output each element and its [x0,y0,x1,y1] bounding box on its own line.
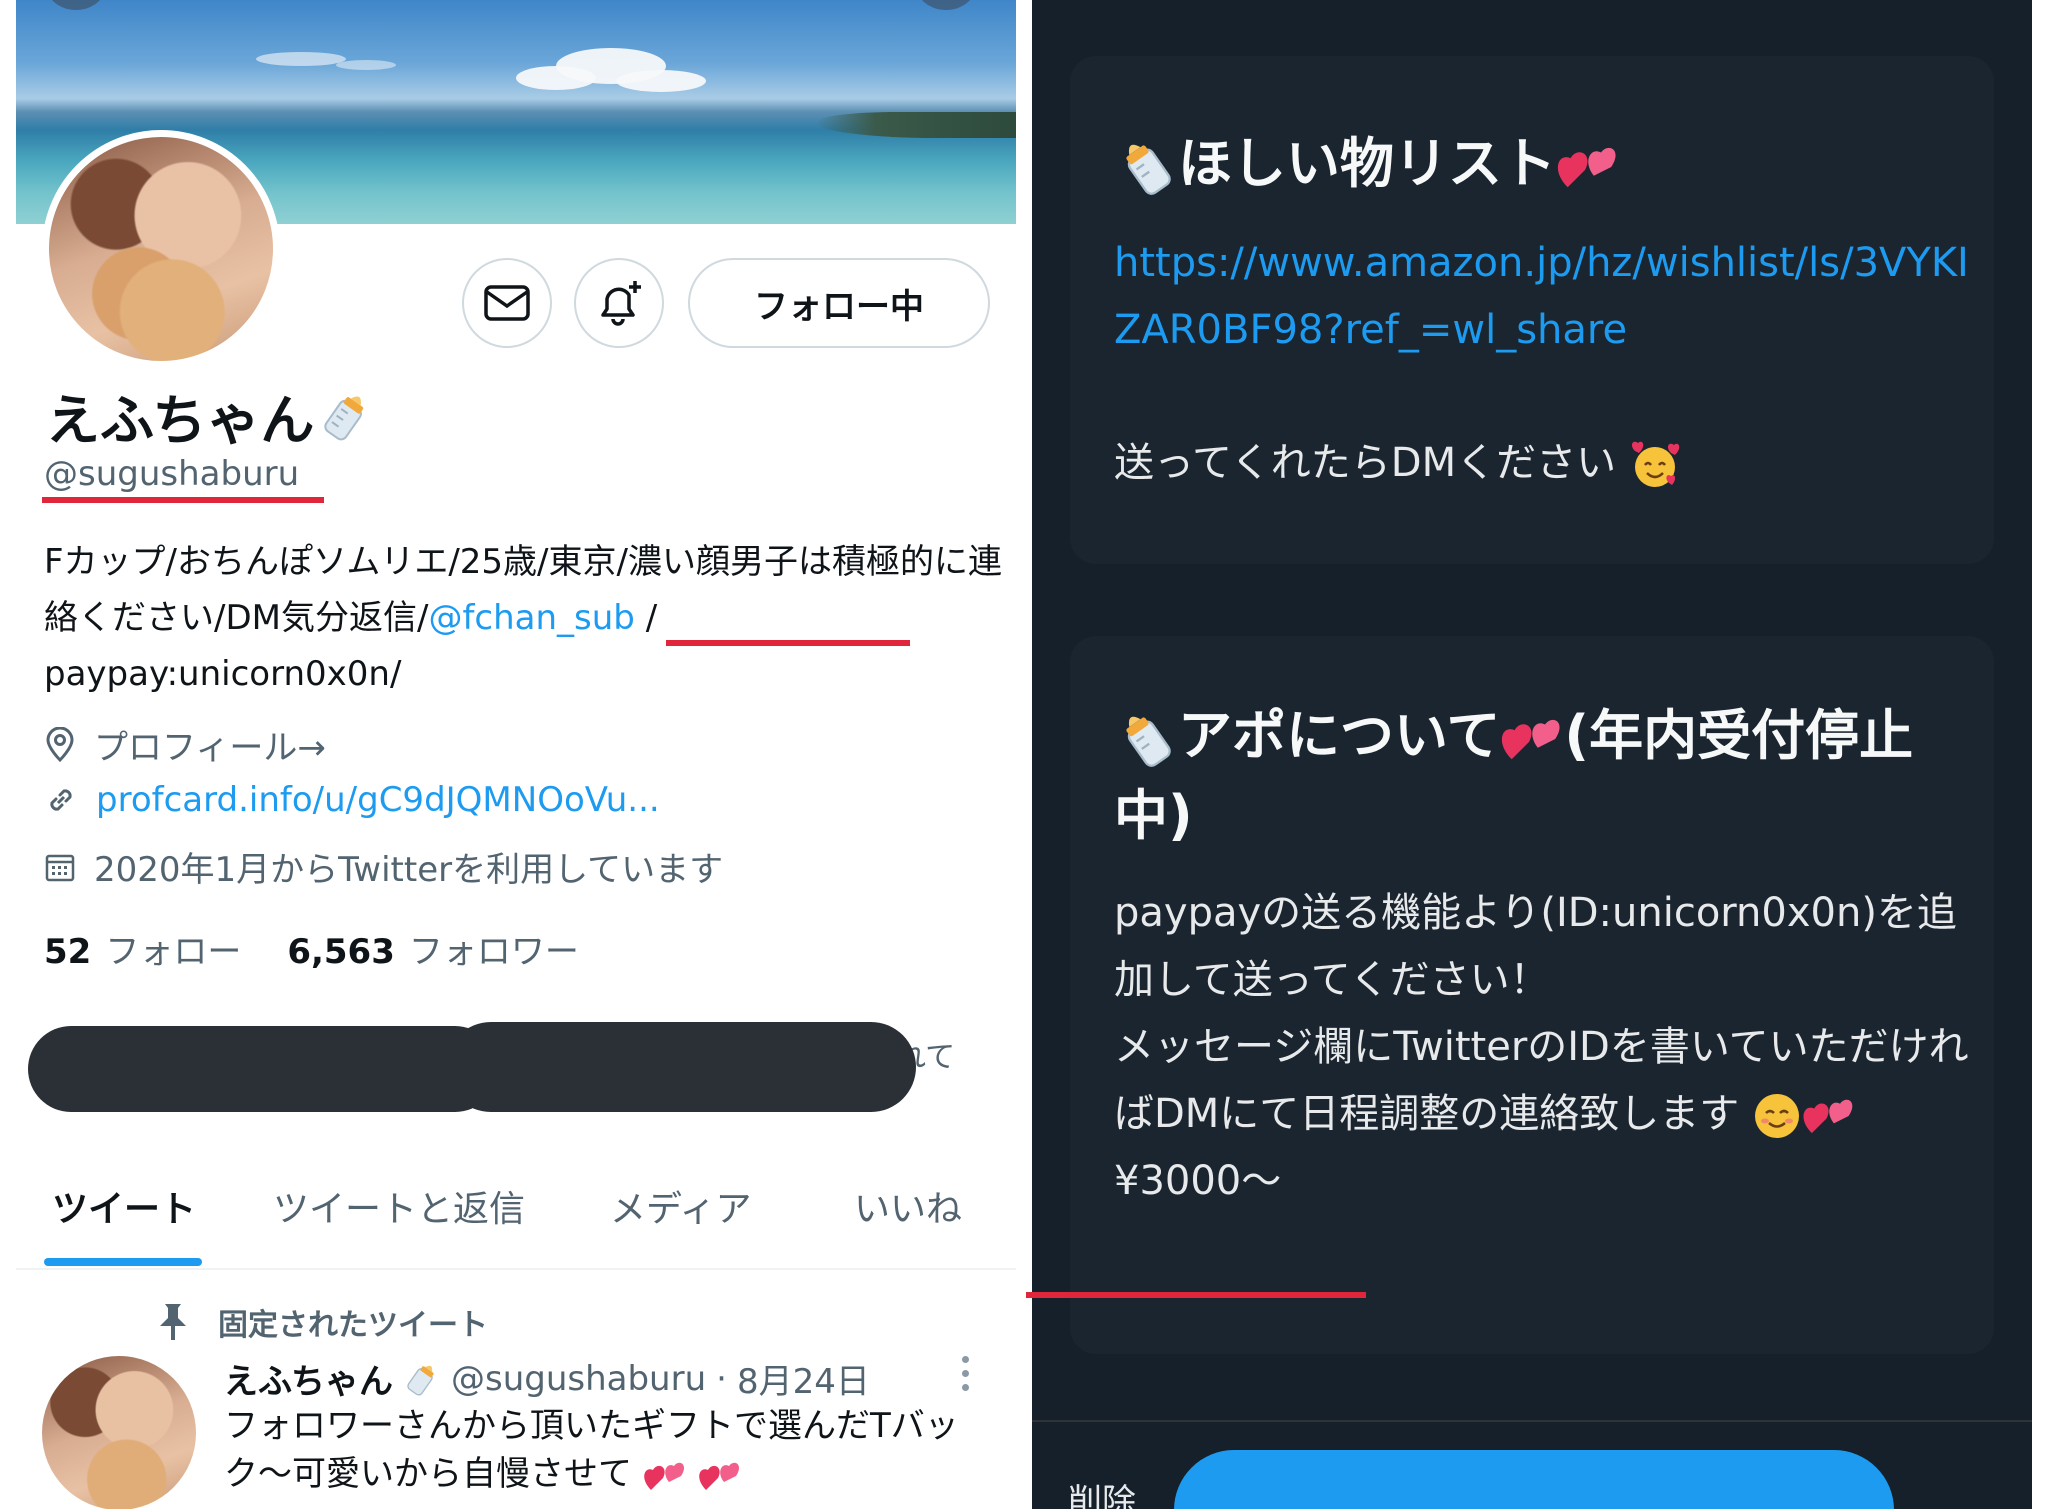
pinned-label-text: 固定されたツイート [218,1308,488,1343]
tweet-author-handle[interactable]: @sugushaburu [451,1359,706,1399]
bio-mention-link[interactable]: @fchan_sub [428,598,634,638]
bell-plus-icon [601,281,641,326]
create-card-button[interactable] [1174,1450,1894,1509]
following-count: 52 [44,932,92,972]
appointment-line-1: paypayの送る機能より(ID:unicorn0x0n)を追加して送ってくださ… [1114,890,1957,1003]
wishlist-title-text: ほしい物リスト [1178,132,1556,195]
profile-tabs: ツイート ツイートと返信 メディア いいね [16,1150,1016,1270]
following-button[interactable]: フォロー中 [688,258,990,348]
baby-bottle-emoji [324,396,364,440]
tab-likes[interactable]: いいね [854,1180,962,1232]
profile-panel: フォロー中 えふちゃん @sugushaburu Fカップ/おちんぽソムリエ/2… [16,0,1016,1509]
profile-website[interactable]: profcard.info/u/gC9dJQMNOoVu... [44,780,660,820]
profile-handle: @sugushaburu [44,454,300,494]
two-hearts-emoji [644,1462,684,1490]
appointment-title: アポについて (年内受付停止中) [1114,696,1974,856]
wishlist-note: 送ってくれたらDMください [1114,430,1974,497]
baby-bottle-emoji [1126,717,1171,768]
followers-label: フォロワー [408,932,579,972]
two-hearts-emoji [698,1462,739,1490]
following-label: フォロー [105,932,242,972]
notifications-button[interactable] [574,258,664,348]
pin-icon [160,1304,186,1340]
tab-media[interactable]: メディア [610,1180,751,1232]
wishlist-note-text: 送ってくれたらDMください [1114,440,1617,486]
appointment-line-2: メッセージ欄にTwitterのIDを書いていただければDMにて日程調整の連絡致し… [1114,1014,1974,1148]
tweet-date[interactable]: 8月24日 [737,1354,870,1403]
website-link[interactable]: profcard.info/u/gC9dJQMNOoVu... [96,780,660,820]
appointment-title-text: アポについて [1178,704,1501,767]
location-pin-icon [46,726,74,762]
tweet-author-avatar[interactable] [42,1356,196,1509]
back-button[interactable] [46,0,106,10]
calendar-icon [45,854,75,881]
tweet-header: えふちゃん @sugushaburu · 8月24日 [224,1354,870,1403]
profile-location: プロフィール→ [44,720,326,769]
display-name: えふちゃん [46,376,374,455]
two-hearts-emoji [1557,148,1616,188]
tweet-text-body: フォロワーさんから頂いたギフトで選んだTバック〜可愛いから自慢させて [224,1406,959,1494]
redaction-block [28,1026,498,1112]
mail-icon [484,285,530,321]
baby-bottle-emoji [407,1365,434,1396]
bio-after-mention: / [634,598,658,638]
redaction-block [446,1022,916,1112]
wishlist-link[interactable]: https://www.amazon.jp/hz/wishlist/ls/3VY… [1114,240,1969,353]
handle-highlight-underline [42,497,324,503]
dark-profile-card-panel: ほしい物リスト https://www.amazon.jp/hz/wishlis… [1032,0,2032,1509]
message-button[interactable] [462,258,552,348]
appointment-price: ¥3000〜 [1114,1158,1282,1204]
menu-button[interactable] [916,0,976,10]
tweet-author-name[interactable]: えふちゃん [224,1354,393,1403]
tab-tweets-and-replies[interactable]: ツイートと返信 [273,1180,525,1232]
more-vertical-icon[interactable] [960,1356,970,1391]
appointment-body: paypayの送る機能より(ID:unicorn0x0n)を追加して送ってくださ… [1114,880,1974,1215]
two-hearts-emoji [1803,1099,1853,1134]
display-name-text: えふちゃん [46,389,315,452]
tweet-separator: · [716,1358,727,1399]
link-icon [50,789,72,811]
follow-stats: 52 フォロー 6,563 フォロワー [44,924,579,973]
followers-link[interactable]: 6,563 フォロワー [287,924,579,973]
profile-joined-date: 2020年1月からTwitterを利用しています [44,842,723,891]
pinned-tweet-label: 固定されたツイート [156,1300,488,1344]
smiling-blush-emoji [1755,1094,1800,1138]
following-link[interactable]: 52 フォロー [44,924,241,973]
active-tab-indicator [44,1258,202,1266]
profile-avatar[interactable] [42,130,280,368]
baby-bottle-emoji [1126,145,1171,196]
wishlist-link-block: https://www.amazon.jp/hz/wishlist/ls/3VY… [1114,230,1974,364]
divider [1032,1420,2032,1422]
joined-text: 2020年1月からTwitterを利用しています [94,850,724,890]
tweet-text: フォロワーさんから頂いたギフトで選んだTバック〜可愛いから自慢させて [224,1402,1014,1498]
bottom-left-text[interactable]: 削除 [1068,1474,1136,1509]
followers-count: 6,563 [287,932,395,972]
price-highlight-underline [1026,1292,1366,1298]
wishlist-title: ほしい物リスト [1114,124,1620,204]
smiling-hearts-emoji [1631,441,1680,487]
profile-bio: Fカップ/おちんぽソムリエ/25歳/東京/濃い顔男子は積極的に連絡ください/DM… [44,534,1004,702]
two-hearts-emoji [1502,720,1560,760]
location-text: プロフィール→ [94,728,326,768]
tab-tweets[interactable]: ツイート [52,1180,196,1232]
mention-highlight-underline [666,640,910,646]
bio-paypay: paypay:unicorn0x0n/ [44,654,402,694]
